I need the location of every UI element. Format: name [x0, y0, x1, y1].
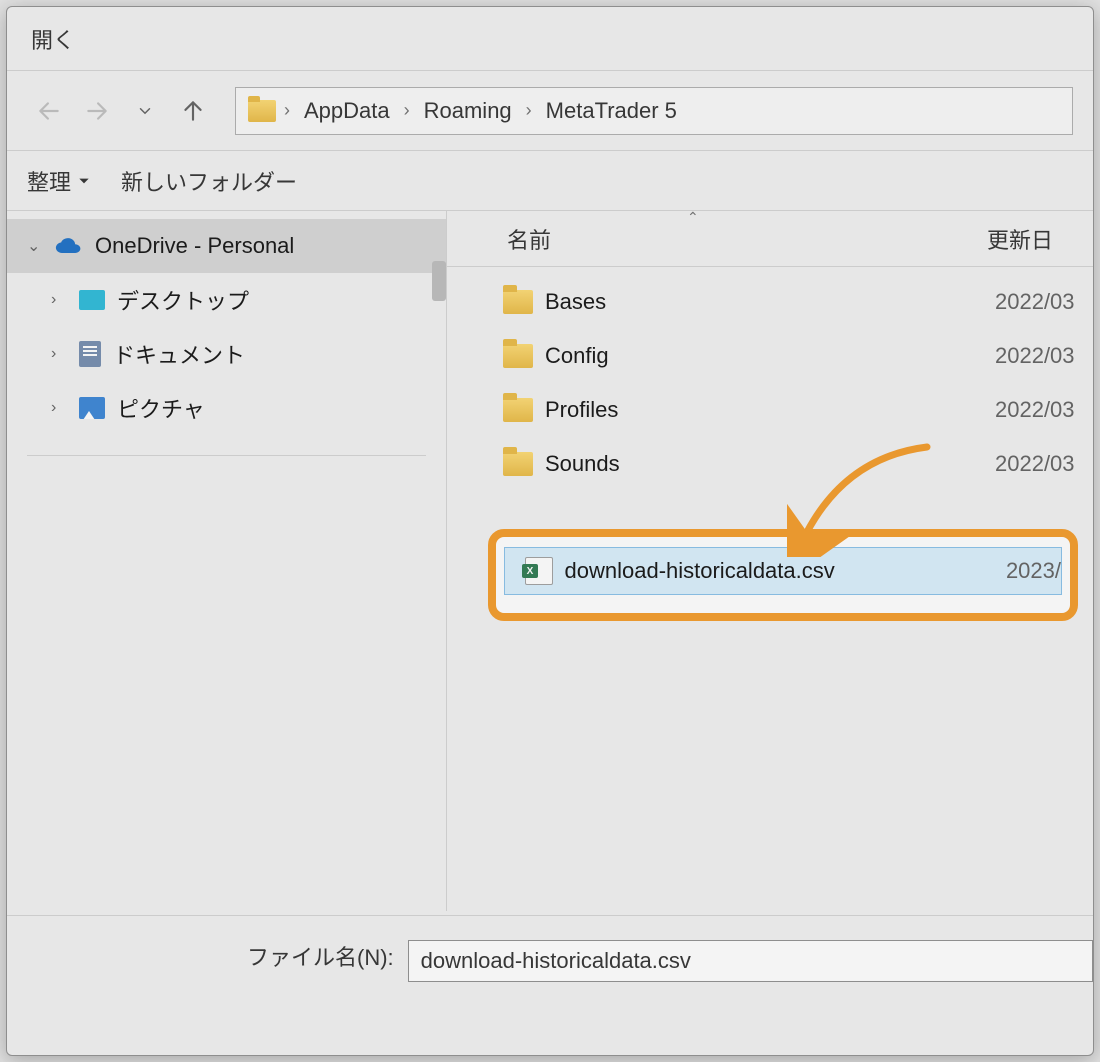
- file-name: Sounds: [545, 451, 995, 477]
- onedrive-icon: [55, 237, 83, 255]
- recent-dropdown[interactable]: [123, 89, 167, 133]
- bottom-bar: ファイル名(N):: [7, 915, 1093, 1055]
- toolbar: 整理 新しいフォルダー: [7, 151, 1093, 211]
- file-name: download-historicaldata.csv: [565, 558, 1006, 584]
- file-row-selected[interactable]: download-historicaldata.csv 2023/: [504, 547, 1062, 595]
- column-label: 更新日: [987, 228, 1053, 253]
- file-list: Bases 2022/03 Config 2022/03 Profiles 20…: [447, 267, 1093, 491]
- chevron-right-icon: ›: [284, 100, 290, 121]
- tree-item-documents[interactable]: › ドキュメント: [7, 327, 446, 381]
- desktop-icon: [79, 290, 105, 310]
- file-row[interactable]: Config 2022/03: [447, 329, 1093, 383]
- filename-input[interactable]: [408, 940, 1093, 982]
- filename-label: ファイル名(N):: [247, 940, 394, 972]
- new-folder-label: 新しいフォルダー: [121, 165, 297, 197]
- file-name: Bases: [545, 289, 995, 315]
- chevron-right-icon: ›: [51, 291, 67, 309]
- file-date: 2022/03: [995, 343, 1075, 369]
- folder-icon: [503, 398, 533, 422]
- file-open-dialog: 開く › AppData › Roaming › MetaTrader 5 整理: [6, 6, 1094, 1056]
- file-date: 2023/: [1006, 558, 1061, 584]
- chevron-down-icon: ⌄: [27, 236, 43, 256]
- file-date: 2022/03: [995, 451, 1075, 477]
- picture-icon: [79, 397, 105, 419]
- breadcrumb-item[interactable]: MetaTrader 5: [540, 94, 683, 128]
- chevron-down-icon: [77, 174, 91, 188]
- window-title: 開く: [31, 23, 75, 55]
- file-name: Profiles: [545, 397, 995, 423]
- file-date: 2022/03: [995, 289, 1075, 315]
- tree-item-label: OneDrive - Personal: [95, 233, 294, 259]
- chevron-right-icon: ›: [51, 399, 67, 417]
- folder-icon: [503, 344, 533, 368]
- file-row[interactable]: Sounds 2022/03: [447, 437, 1093, 491]
- forward-button[interactable]: [75, 89, 119, 133]
- tree-item-desktop[interactable]: › デスクトップ: [7, 273, 446, 327]
- tree-item-label: デスクトップ: [117, 284, 249, 316]
- folder-tree: ⌄ OneDrive - Personal › デスクトップ › ドキュメント …: [7, 211, 447, 911]
- arrow-up-icon: [180, 98, 206, 124]
- organize-label: 整理: [27, 165, 71, 197]
- column-label: 名前: [507, 228, 551, 253]
- column-header-name[interactable]: ⌃ 名前: [507, 223, 987, 255]
- folder-icon: [503, 290, 533, 314]
- folder-icon: [248, 100, 276, 122]
- back-button[interactable]: [27, 89, 71, 133]
- file-name: Config: [545, 343, 995, 369]
- separator: [27, 455, 426, 456]
- file-date: 2022/03: [995, 397, 1075, 423]
- tree-item-label: ピクチャ: [117, 392, 205, 424]
- breadcrumb-item[interactable]: AppData: [298, 94, 396, 128]
- tree-item-pictures[interactable]: › ピクチャ: [7, 381, 446, 435]
- excel-icon: [525, 557, 553, 585]
- arrow-left-icon: [36, 98, 62, 124]
- chevron-right-icon: ›: [51, 345, 67, 363]
- chevron-down-icon: [136, 102, 154, 120]
- title-bar: 開く: [7, 7, 1093, 71]
- column-header-date[interactable]: 更新日: [987, 223, 1053, 255]
- folder-icon: [503, 452, 533, 476]
- up-button[interactable]: [171, 89, 215, 133]
- address-bar[interactable]: › AppData › Roaming › MetaTrader 5: [235, 87, 1073, 135]
- chevron-right-icon: ›: [404, 100, 410, 121]
- column-headers: ⌃ 名前 更新日: [447, 211, 1093, 267]
- organize-button[interactable]: 整理: [27, 165, 91, 197]
- sort-indicator-icon: ⌃: [687, 209, 699, 226]
- scrollbar[interactable]: [432, 261, 446, 301]
- arrow-right-icon: [84, 98, 110, 124]
- tree-item-label: ドキュメント: [113, 338, 245, 370]
- file-row[interactable]: Bases 2022/03: [447, 275, 1093, 329]
- chevron-right-icon: ›: [526, 100, 532, 121]
- tree-item-onedrive[interactable]: ⌄ OneDrive - Personal: [7, 219, 446, 273]
- file-row[interactable]: Profiles 2022/03: [447, 383, 1093, 437]
- breadcrumb-item[interactable]: Roaming: [418, 94, 518, 128]
- document-icon: [79, 341, 101, 367]
- nav-bar: › AppData › Roaming › MetaTrader 5: [7, 71, 1093, 151]
- new-folder-button[interactable]: 新しいフォルダー: [121, 165, 297, 197]
